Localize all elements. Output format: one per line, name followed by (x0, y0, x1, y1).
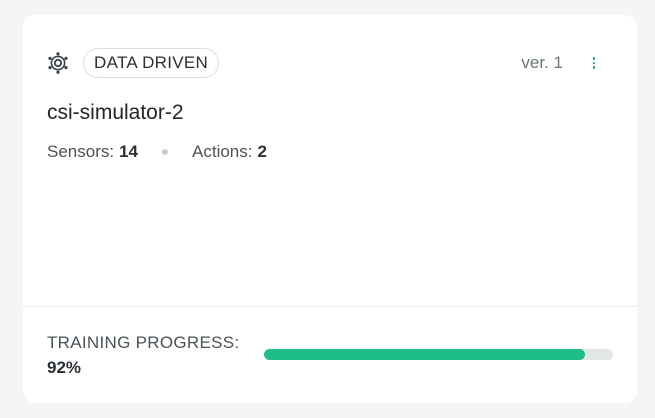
card-body: DATA DRIVEN ver. 1 csi-simulator-2 Senso… (23, 15, 637, 307)
sensors-count: 14 (119, 142, 139, 161)
training-progress-fill (264, 349, 586, 360)
training-progress-bar (264, 349, 613, 360)
card-header: DATA DRIVEN ver. 1 (47, 47, 613, 79)
model-gear-icon (47, 52, 69, 74)
more-vertical-icon[interactable] (585, 51, 603, 75)
brain-card: DATA DRIVEN ver. 1 csi-simulator-2 Senso… (23, 15, 637, 403)
card-title[interactable]: csi-simulator-2 (47, 101, 184, 125)
sensors-label: Sensors: (47, 142, 115, 161)
actions-count: 2 (257, 142, 267, 161)
training-footer: TRAINING PROGRESS: 92% (47, 328, 613, 378)
training-progress-value: 92% (47, 358, 82, 377)
actions-label: Actions: (192, 142, 253, 161)
version-label: ver. 1 (521, 53, 563, 72)
type-chip: DATA DRIVEN (83, 48, 220, 78)
stats-separator (162, 149, 169, 155)
card-stats: Sensors: 14 Actions: 2 (47, 142, 267, 162)
training-progress-label: TRAINING PROGRESS: (47, 333, 240, 352)
